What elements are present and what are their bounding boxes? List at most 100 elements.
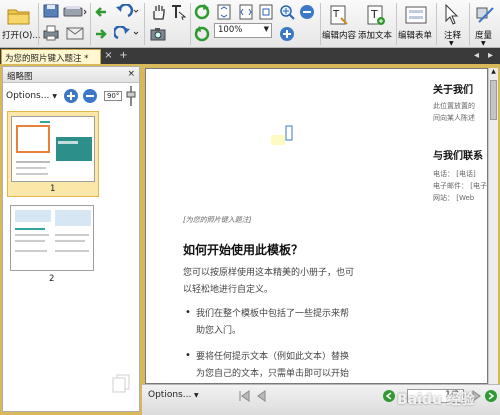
- zoom-out-button[interactable]: [298, 3, 316, 21]
- fit-width-icon: [239, 4, 253, 20]
- page-number: 2: [49, 274, 55, 284]
- forward-button[interactable]: [93, 26, 109, 42]
- fit-width-button[interactable]: [237, 3, 255, 21]
- edit-content-label: 编辑内容: [322, 31, 357, 41]
- options-menu[interactable]: Options...: [6, 91, 49, 101]
- email-line: 电子邮件： [电子: [433, 182, 487, 190]
- rotate-ccw-button[interactable]: [193, 25, 211, 43]
- new-tab-button[interactable]: +: [117, 50, 130, 62]
- thumbnail-image: [10, 205, 94, 271]
- redo-icon: [114, 26, 139, 40]
- measure-button[interactable]: 度量 ▼: [471, 2, 500, 47]
- undo-button[interactable]: [113, 3, 141, 19]
- panel-close-button[interactable]: ×: [127, 69, 135, 79]
- edit-form-icon: [405, 6, 427, 24]
- open-button[interactable]: 打开(O)...: [2, 2, 41, 46]
- photo-placeholder-cursor: [271, 135, 285, 145]
- print-button[interactable]: [42, 24, 60, 42]
- undo-icon: [116, 4, 139, 18]
- actual-size-button[interactable]: [257, 3, 275, 21]
- arrow-left-green-icon: [95, 7, 106, 17]
- tab-document[interactable]: 为您的照片键入题注 *: [1, 49, 101, 64]
- thumbnail-slider-icon[interactable]: [126, 86, 136, 106]
- scroll-tabs-right-button[interactable]: ▸: [484, 50, 497, 62]
- add-text-button[interactable]: T 添加文本: [358, 2, 394, 46]
- chevron-down-icon: ▼: [481, 40, 486, 47]
- svg-text:T: T: [332, 9, 340, 20]
- close-tab-button[interactable]: ×: [102, 50, 115, 62]
- scanner-button[interactable]: [62, 3, 88, 19]
- fit-page-button[interactable]: [215, 3, 233, 21]
- bullet1-line1: 我们在整个模板中包括了一些提示来帮: [196, 309, 350, 319]
- panel-title: 缩略图: [7, 72, 33, 82]
- ribbon-toolbar: 打开(O)... 100% ▼ T 编辑内容 T 添加文本 编辑表单 注释 ▼ …: [0, 0, 500, 48]
- select-text-button[interactable]: [168, 3, 188, 21]
- about-line1: 此位置放置的: [433, 102, 475, 110]
- zoom-out-thumbnail-icon[interactable]: [82, 88, 98, 104]
- contact-heading: 与我们联系: [433, 151, 483, 162]
- first-page-icon[interactable]: [237, 389, 251, 403]
- intro-text-line2: 以轻松地进行自定义。: [183, 285, 274, 295]
- zoom-value: 100%: [218, 25, 243, 35]
- zoom-in-icon: [280, 5, 295, 20]
- svg-text:T: T: [370, 8, 378, 21]
- thumbnail-page-1[interactable]: 1: [7, 111, 99, 197]
- add-text-icon: T: [367, 5, 385, 25]
- pages-stack-icon: [112, 374, 130, 393]
- snapshot-button[interactable]: [148, 25, 168, 43]
- fit-visible-icon: [259, 4, 273, 20]
- rotate-cw-button[interactable]: [193, 3, 211, 21]
- phone-line: 电话： [电话]: [433, 170, 476, 178]
- status-options-menu[interactable]: Options...: [148, 390, 191, 400]
- plus-circle-icon: [280, 27, 294, 41]
- bullet2-line2: 为您自己的文本，只需单击即可以开始: [196, 369, 350, 379]
- hand-icon: [153, 5, 165, 20]
- open-label: 打开(O)...: [2, 31, 41, 41]
- photo-caption[interactable]: [为您的照片键入题注]: [183, 215, 251, 225]
- zoom-in-thumbnail-icon[interactable]: [63, 88, 79, 104]
- chevron-down-icon: ▼: [263, 25, 269, 33]
- folder-icon: [7, 9, 30, 25]
- rotate-cw-icon: [194, 4, 210, 20]
- text-cursor-icon: [285, 125, 293, 141]
- thumbnail-panel-header: 缩略图 ×: [3, 67, 139, 83]
- zoom-dropdown[interactable]: 100% ▼: [214, 23, 272, 38]
- hand-tool-button[interactable]: [148, 3, 168, 21]
- email-button[interactable]: [62, 24, 88, 42]
- scanner-icon: [63, 6, 87, 17]
- intro-text-line1: 您可以按原样使用这本精美的小册子，也可: [183, 268, 355, 278]
- thumbnail-page-2[interactable]: 2: [7, 203, 99, 287]
- document-page[interactable]: [为您的照片键入题注] 如何开始使用此模板？ 您可以按原样使用这本精美的小册子，…: [145, 68, 488, 384]
- vertical-scrollbar[interactable]: ▲: [488, 68, 498, 384]
- save-button[interactable]: [42, 3, 60, 19]
- edit-form-button[interactable]: 编辑表单: [398, 2, 434, 46]
- redo-button[interactable]: [113, 25, 141, 41]
- page-left-column: [为您的照片键入题注] 如何开始使用此模板？ 您可以按原样使用这本精美的小册子，…: [146, 69, 406, 383]
- rotate-thumbnail-button[interactable]: 90°: [103, 91, 123, 101]
- website-line: 网站： [Web: [433, 194, 475, 202]
- select-text-icon: [172, 5, 186, 20]
- page-right-column: 关于我们 此位置放置的 间向某人陈述 与我们联系 电话： [电话] 电子邮件： …: [410, 69, 487, 383]
- scroll-up-button[interactable]: ▲: [489, 68, 498, 78]
- edit-content-button[interactable]: T 编辑内容: [322, 2, 356, 46]
- annotate-button[interactable]: 注释 ▼: [439, 2, 467, 47]
- tab-label: 为您的照片键入题注 *: [5, 54, 89, 64]
- back-view-icon[interactable]: [382, 389, 396, 403]
- thumbnail-toolbar: Options... ▼ 90°: [3, 84, 139, 108]
- measure-icon: [476, 7, 494, 23]
- annotate-icon: [445, 4, 459, 25]
- scroll-tabs-left-button[interactable]: ◂: [470, 50, 483, 62]
- back-button[interactable]: [93, 4, 109, 20]
- edit-content-icon: T: [330, 5, 348, 25]
- print-icon: [43, 25, 59, 41]
- page-number: 1: [50, 184, 56, 194]
- zoom-in-circle-button[interactable]: [278, 25, 296, 43]
- camera-icon: [150, 28, 166, 41]
- edit-form-label: 编辑表单: [398, 31, 433, 41]
- zoom-out-icon: [300, 5, 314, 19]
- add-text-label: 添加文本: [358, 31, 393, 41]
- scrollbar-thumb[interactable]: [490, 80, 497, 120]
- previous-page-icon[interactable]: [254, 389, 268, 403]
- zoom-in-button[interactable]: [278, 3, 296, 21]
- forward-view-icon[interactable]: [484, 389, 498, 403]
